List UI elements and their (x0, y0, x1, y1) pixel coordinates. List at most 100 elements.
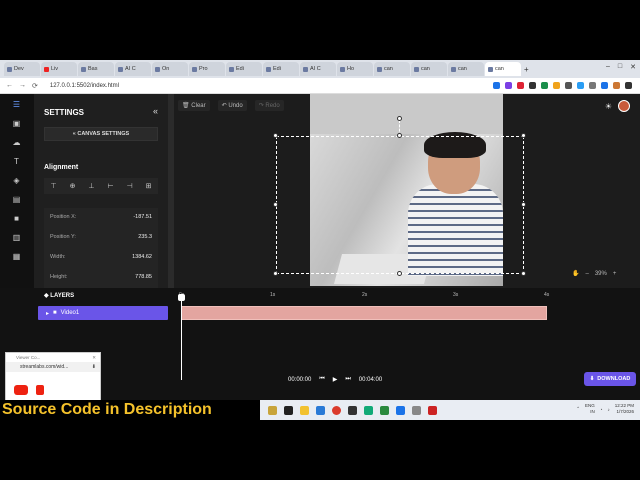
resize-handle[interactable] (273, 202, 278, 207)
file-explorer-icon[interactable] (300, 405, 309, 415)
browser-tab[interactable]: can (374, 62, 410, 76)
sheets-icon[interactable] (380, 405, 389, 415)
reload-button[interactable]: ⟳ (32, 82, 38, 90)
resize-handle[interactable] (521, 271, 526, 276)
width-value[interactable]: 1384.62 (132, 254, 152, 260)
floating-close-icon[interactable]: ✕ (92, 355, 96, 361)
resize-handle[interactable] (273, 271, 278, 276)
vscode-icon[interactable] (316, 405, 325, 415)
extension-icon[interactable] (553, 82, 560, 89)
media-icon[interactable]: ▣ (12, 119, 21, 128)
video-clip[interactable] (181, 306, 547, 320)
extension-icon[interactable] (505, 82, 512, 89)
weather-icon[interactable] (268, 405, 277, 415)
zoom-in-button[interactable]: + (613, 271, 617, 277)
start-icon[interactable] (284, 405, 293, 415)
floating-download-icon[interactable]: ⬇ (92, 364, 96, 370)
elements-icon[interactable]: ◈ (12, 176, 21, 185)
extension-icon[interactable] (517, 82, 524, 89)
browser-tab[interactable]: Ho (337, 62, 373, 76)
clear-button[interactable]: 🗑 Clear (178, 100, 210, 111)
chrome-icon[interactable] (332, 405, 341, 415)
undo-button[interactable]: ↶ Undo (217, 100, 247, 111)
url-field[interactable]: 127.0.0.1:5502/index.html (50, 83, 487, 89)
panel-scrollbar[interactable] (168, 94, 174, 288)
align-left-icon[interactable]: ⊢ (107, 182, 113, 190)
close-window-button[interactable]: ✕ (630, 63, 636, 71)
play-icon[interactable]: ▶ (333, 376, 338, 383)
align-center-icon[interactable]: ⊣ (127, 182, 133, 190)
volume-icon[interactable]: ♪ (607, 407, 609, 412)
selection-box[interactable] (276, 136, 524, 274)
time-ruler[interactable]: 0s 1s 2s 3s 4s (179, 292, 561, 302)
browser-tab[interactable]: On (152, 62, 188, 76)
grid-icon[interactable]: ▦ (12, 252, 21, 261)
text-icon[interactable]: T (12, 157, 21, 166)
back-button[interactable]: ← (6, 82, 13, 89)
extension-icon[interactable] (601, 82, 608, 89)
browser-tab[interactable]: Liv (41, 62, 77, 76)
position-y-value[interactable]: 235.3 (138, 234, 152, 240)
wifi-icon[interactable]: ◔ (600, 407, 603, 412)
extension-icon[interactable] (577, 82, 584, 89)
forward-button[interactable]: → (19, 82, 26, 89)
position-x-value[interactable]: -187.51 (133, 214, 152, 220)
browser-tab[interactable]: Edi (263, 62, 299, 76)
resize-handle[interactable] (521, 133, 526, 138)
resize-handle[interactable] (397, 271, 402, 276)
browser-tab[interactable]: can (448, 62, 484, 76)
zoom-out-button[interactable]: – (585, 271, 588, 277)
rotate-handle[interactable] (397, 116, 402, 121)
minimize-button[interactable]: – (606, 63, 610, 71)
input-language[interactable]: ENG IN (585, 403, 595, 415)
resize-handle[interactable] (521, 202, 526, 207)
app-icon[interactable] (396, 405, 405, 415)
transition-icon[interactable]: ▥ (12, 233, 21, 242)
settings-sliders-icon[interactable]: ☰ (12, 100, 21, 109)
browser-tab-active[interactable]: can (485, 62, 521, 76)
image-icon[interactable]: ▤ (12, 195, 21, 204)
extension-icon[interactable] (613, 82, 620, 89)
playhead[interactable] (178, 294, 185, 380)
redo-button[interactable]: ↷ Redo (254, 100, 284, 111)
browser-tab[interactable]: Bas (78, 62, 114, 76)
browser-tab[interactable]: can (411, 62, 447, 76)
clock[interactable]: 12:22 PM 1/7/2026 (615, 403, 634, 415)
expand-chevron-icon[interactable]: ▸ (46, 310, 49, 317)
avatar[interactable] (618, 100, 630, 112)
extension-icon[interactable] (565, 82, 572, 89)
align-top-icon[interactable]: ⊤ (50, 182, 56, 190)
extension-icon[interactable] (529, 82, 536, 89)
canvas-settings-button[interactable]: « CANVAS SETTINGS (44, 127, 158, 141)
video-icon[interactable]: ■ (12, 214, 21, 223)
browser-tab[interactable]: Dev (4, 62, 40, 76)
floating-viewer-window[interactable]: Viewer Co... ✕ streamlabs.com/wid... ⬇ (5, 352, 101, 402)
new-tab-button[interactable]: + (524, 65, 529, 74)
extension-icon[interactable] (541, 82, 548, 89)
upload-cloud-icon[interactable]: ☁ (12, 138, 21, 147)
app-icon[interactable] (348, 405, 357, 415)
collapse-panel-icon[interactable]: « (153, 106, 158, 116)
extension-icon[interactable] (493, 82, 500, 89)
browser-tab[interactable]: Pro (189, 62, 225, 76)
skip-forward-icon[interactable]: ⏭ (345, 376, 350, 383)
skip-back-icon[interactable]: ⏮ (319, 376, 324, 383)
browser-tab[interactable]: AI C (300, 62, 336, 76)
theme-toggle-icon[interactable]: ☀ (605, 102, 612, 111)
app-icon[interactable] (364, 405, 373, 415)
layer-item-video1[interactable]: ▸ ■ Video1 (38, 306, 168, 320)
download-button[interactable]: ⬇ DOWNLOAD (584, 372, 636, 386)
extension-icon[interactable] (589, 82, 596, 89)
resize-handle[interactable] (273, 133, 278, 138)
maximize-button[interactable]: □ (618, 63, 622, 71)
align-right-icon[interactable]: ⊞ (146, 182, 152, 190)
hand-tool-icon[interactable]: ✋ (572, 270, 579, 277)
resize-handle[interactable] (397, 133, 402, 138)
settings-icon[interactable] (412, 405, 421, 415)
tray-chevron-icon[interactable]: ⌃ (576, 406, 580, 412)
app-icon[interactable] (428, 405, 437, 415)
browser-tab[interactable]: AI C (115, 62, 151, 76)
browser-tab[interactable]: Edi (226, 62, 262, 76)
height-value[interactable]: 778.85 (135, 274, 152, 280)
menu-icon[interactable] (625, 82, 632, 89)
